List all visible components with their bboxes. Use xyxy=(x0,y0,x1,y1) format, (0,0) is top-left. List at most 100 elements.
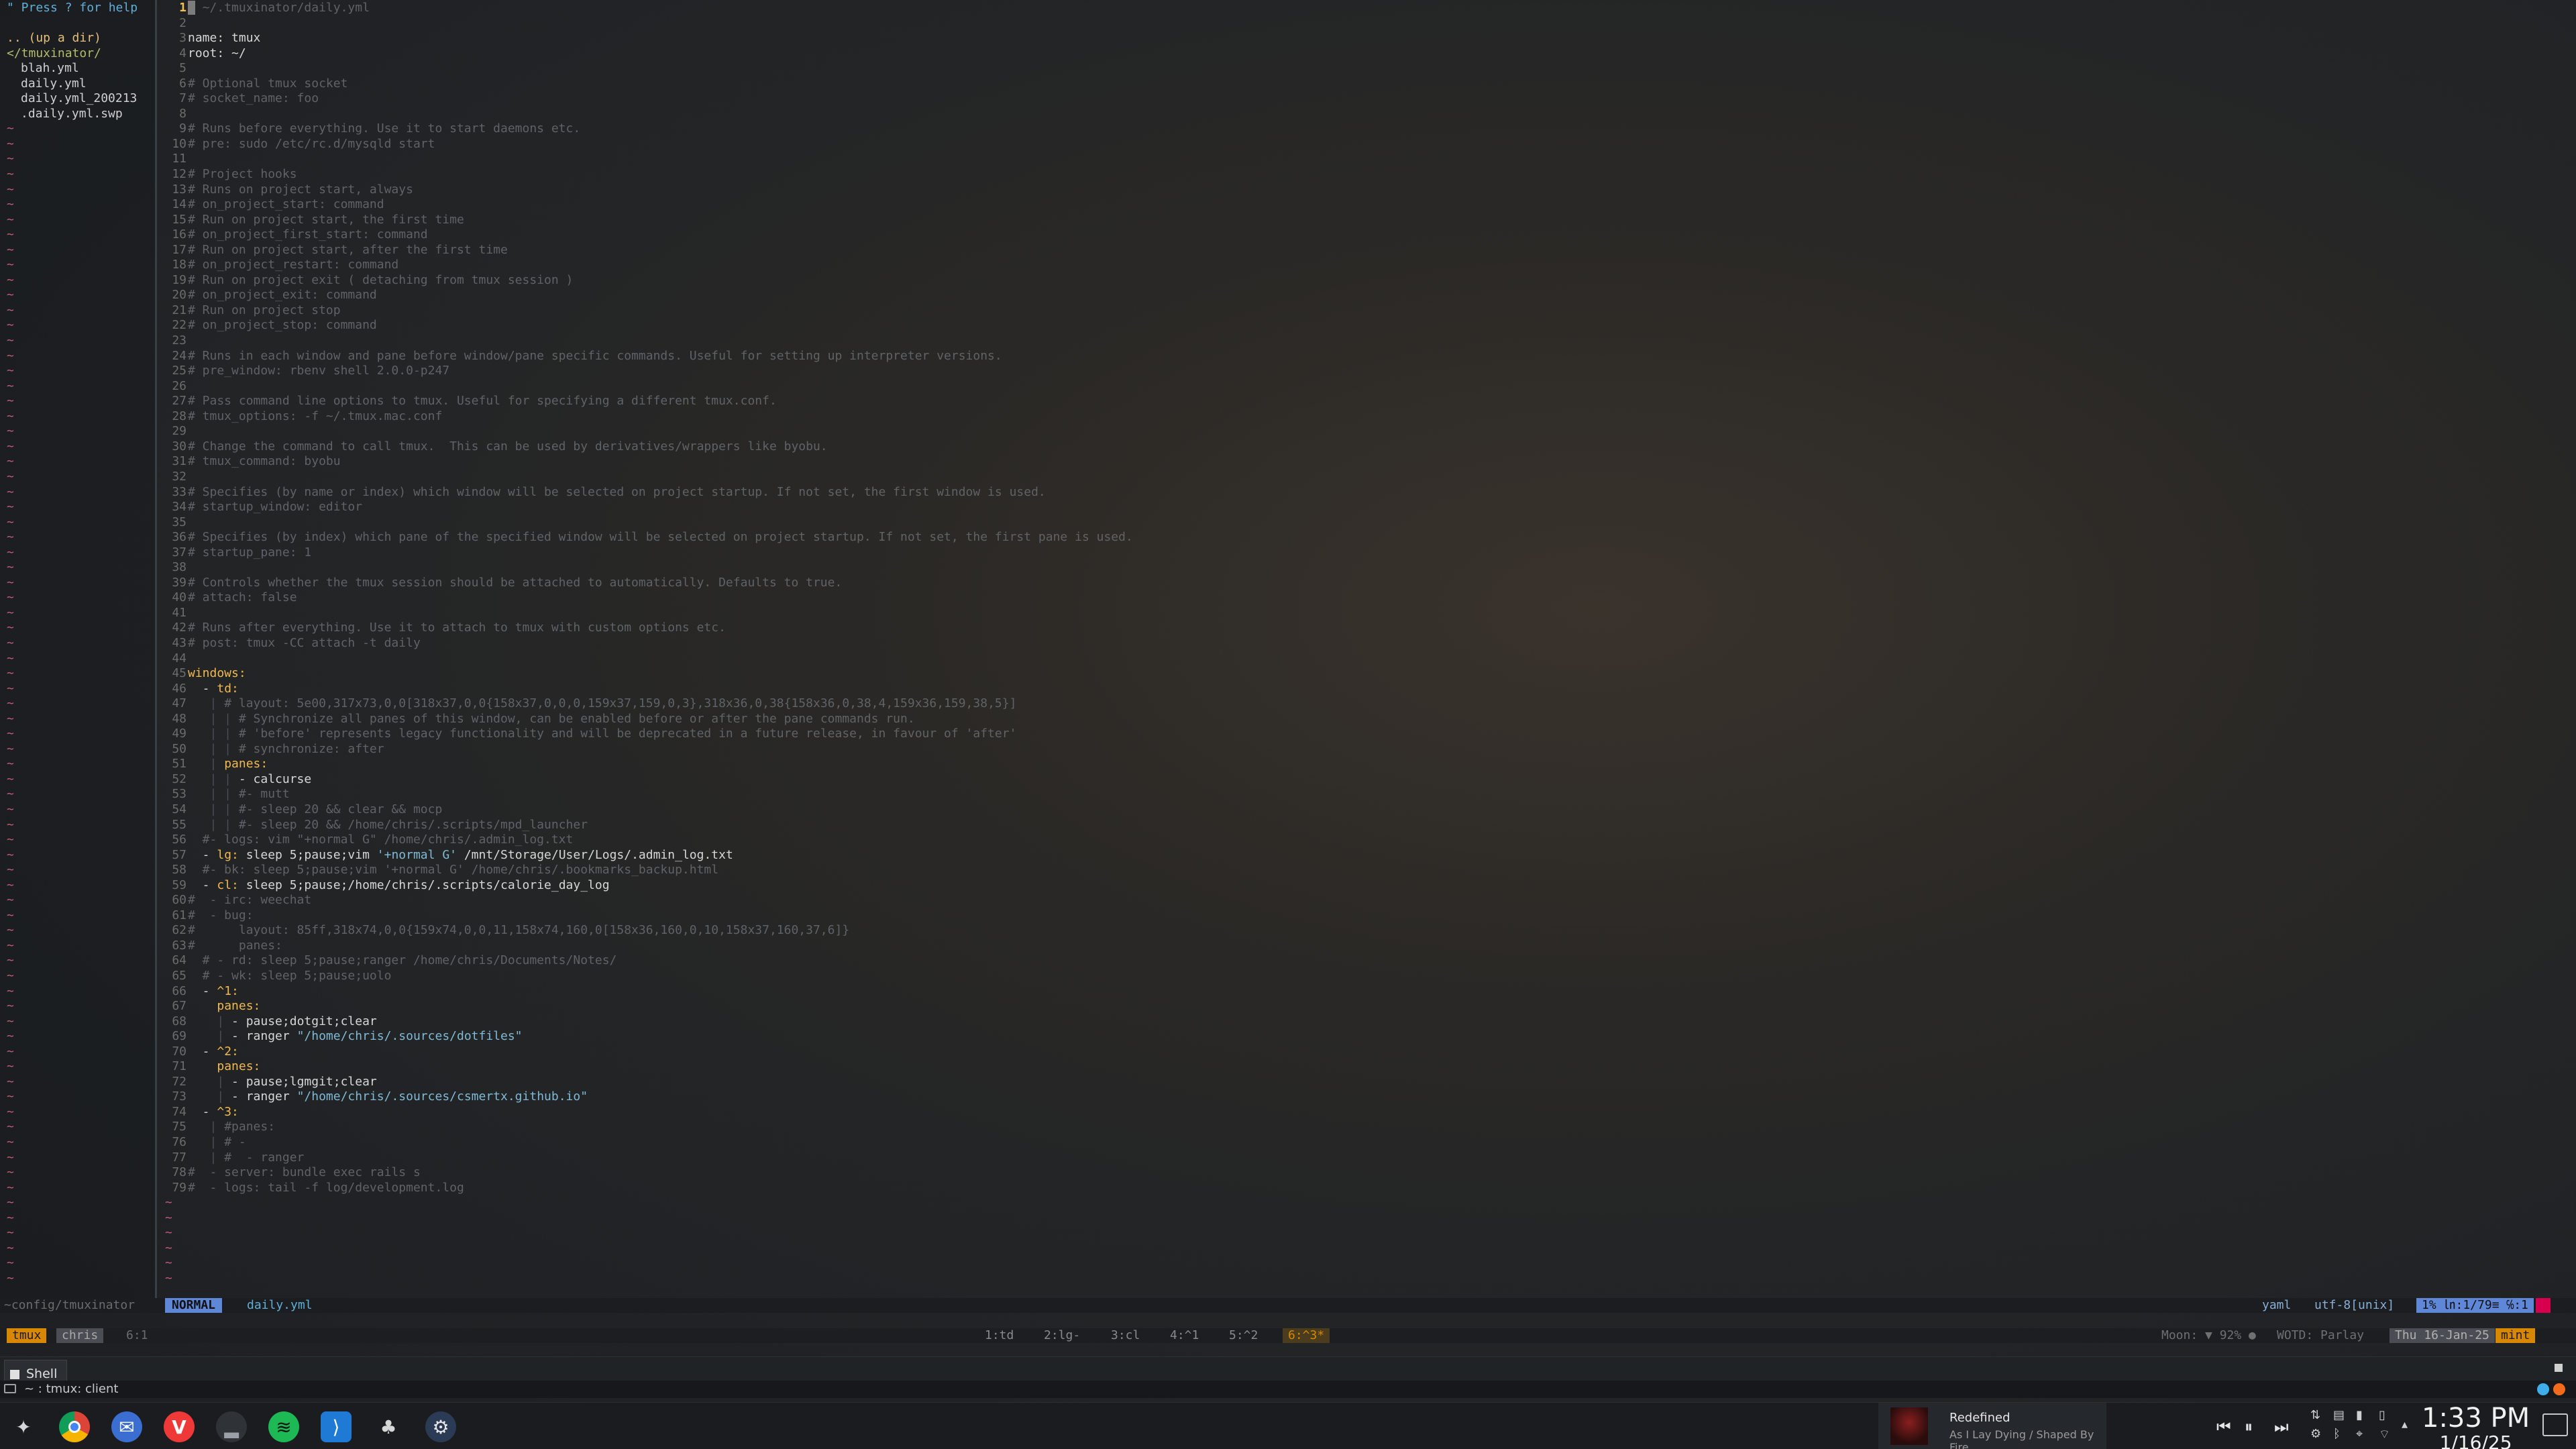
removable-tray-icon[interactable]: ▯ xyxy=(2379,1408,2385,1422)
line-number: 25 xyxy=(172,364,186,378)
tmux-window-tab[interactable]: 4:^1 xyxy=(1165,1328,1204,1343)
nerdtree-file[interactable]: daily.yml xyxy=(7,76,155,92)
nerdtree-file[interactable]: blah.yml xyxy=(7,61,155,76)
line-number: 65 xyxy=(172,969,186,983)
code-token: # post: tmux -CC attach -t daily xyxy=(188,635,421,650)
empty-line-marker: ~ xyxy=(7,272,14,287)
empty-line-marker: ~ xyxy=(7,333,14,348)
nerdtree-sidebar[interactable]: " Press ? for help .. (up a dir) </tmuxi… xyxy=(0,0,157,1298)
code-token: | xyxy=(188,1029,232,1044)
nerdtree-empty-rows: ~ ~ ~ ~ ~ ~ ~ ~ ~ ~ ~ ~ ~ ~ ~ ~ ~ ~ ~ ~ ~ ~ ~ ~ ~ ~ ~ ~ ~ ~ ~ ~ ~ ~ ~ ~ ~ ~ ~ ~… xyxy=(7,121,155,1286)
code-line: # Runs before everything. Use it to star… xyxy=(188,121,2563,137)
code-line: - td: xyxy=(188,682,2563,697)
code-token: # pre: sudo /etc/rc.d/mysqld start xyxy=(188,136,435,151)
previous-track-icon[interactable]: ⏮ xyxy=(2216,1417,2231,1436)
terminal-tab-icon xyxy=(10,1369,19,1379)
code-line: # Runs after everything. Use it to attac… xyxy=(188,621,2563,636)
chrome-icon[interactable] xyxy=(59,1411,90,1442)
tmux-window-tab[interactable]: 3:cl xyxy=(1106,1328,1145,1343)
nerdtree-file[interactable]: daily.yml_200213 xyxy=(7,91,155,107)
line-number: 40 xyxy=(172,590,186,605)
code-line: # - irc: weechat xyxy=(188,893,2563,908)
empty-line-marker: ~ xyxy=(7,802,14,816)
nerdtree-file[interactable]: .daily.yml.swp xyxy=(7,107,155,122)
close-tab-icon[interactable] xyxy=(2555,1364,2563,1372)
code-token: sleep 5;pause;vim xyxy=(238,847,377,862)
empty-line-marker: ~ xyxy=(7,953,14,968)
tmux-window-tab[interactable]: 5:^2 xyxy=(1224,1328,1263,1343)
emulator-icon[interactable]: ♣ xyxy=(373,1411,404,1442)
show-desktop-icon[interactable] xyxy=(2542,1413,2568,1436)
vim-editor[interactable]: " Press ? for help .. (up a dir) </tmuxi… xyxy=(0,0,2576,1313)
code-line: panes: xyxy=(188,1059,2563,1075)
bluetooth-tray-icon[interactable]: ᛒ xyxy=(2333,1427,2341,1441)
steam-icon[interactable]: ⚙ xyxy=(425,1411,456,1442)
code-line: windows: xyxy=(188,666,2563,682)
code-line: | - pause;lgmgit;clear xyxy=(188,1075,2563,1090)
empty-line-marker: ~ xyxy=(7,167,14,182)
empty-line-marker: ~ xyxy=(165,1256,172,1271)
code-line: # Specifies (by index) which pane of the… xyxy=(188,530,2563,545)
code-token: windows: xyxy=(188,666,246,681)
code-line: # - bug: xyxy=(188,908,2563,924)
code-buffer[interactable]: ~/.tmuxinator/daily.yml name: tmux root: … xyxy=(188,1,2563,1195)
expand-tray-icon[interactable]: ▴ xyxy=(2402,1417,2408,1432)
code-token: # panes: xyxy=(188,938,282,953)
line-number: 67 xyxy=(172,999,186,1014)
code-token: | | xyxy=(188,741,239,756)
code-token: # - wk: sleep 5;pause;uolo xyxy=(188,969,392,983)
empty-line-marker: ~ xyxy=(7,212,14,227)
empty-line-marker: ~ xyxy=(7,1059,14,1074)
tmux-window-tab[interactable]: 2:lg- xyxy=(1038,1328,1085,1343)
line-number: 43 xyxy=(172,635,186,650)
empty-line-marker: ~ xyxy=(7,318,14,333)
line-number: 1 xyxy=(179,1,186,15)
line-number: 59 xyxy=(172,877,186,892)
empty-line-marker: ~ xyxy=(7,1104,14,1119)
empty-line-marker: ~ xyxy=(165,1240,172,1255)
location-tray-icon[interactable]: ⌖ xyxy=(2356,1427,2363,1441)
code-token: # Specifies (by index) which pane of the… xyxy=(188,530,1133,545)
vivaldi-icon[interactable]: V xyxy=(164,1411,195,1442)
next-track-icon[interactable]: ⏭ xyxy=(2274,1417,2289,1436)
info-icon[interactable] xyxy=(2537,1383,2549,1395)
tmux-window-tab[interactable]: 1:td xyxy=(979,1328,1019,1343)
code-token: # - irc: weechat xyxy=(188,893,312,908)
clipboard-tray-icon[interactable]: ▤ xyxy=(2333,1408,2345,1422)
code-token: - ranger xyxy=(231,1029,297,1044)
line-number: 23 xyxy=(172,333,186,348)
line-number: 52 xyxy=(172,771,186,786)
code-token: #- logs: vim "+normal G" /home/chris/.ad… xyxy=(188,833,574,847)
line-number: 53 xyxy=(172,787,186,802)
line-number: 55 xyxy=(172,817,186,832)
line-number: 16 xyxy=(172,227,186,242)
notification-icon[interactable] xyxy=(2553,1383,2565,1395)
empty-line-marker: ~ xyxy=(7,651,14,665)
code-line: - lg: sleep 5;pause;vim '+normal G' /mnt… xyxy=(188,848,2563,863)
battery-tray-icon[interactable]: ▮ xyxy=(2356,1408,2363,1422)
spotify-icon[interactable]: ≋ xyxy=(268,1411,299,1442)
nerdtree-current-dir[interactable]: </tmuxinator/ xyxy=(7,46,155,62)
steam-tray-icon[interactable]: ⚙ xyxy=(2310,1427,2321,1441)
vscode-icon[interactable]: ⟩ xyxy=(321,1411,352,1442)
line-number: 7 xyxy=(179,91,186,106)
empty-line-marker: ~ xyxy=(7,560,14,575)
pause-icon[interactable]: ⏸ xyxy=(2245,1417,2253,1436)
terminal-app-icon[interactable]: ▂ xyxy=(216,1411,247,1442)
line-number: 17 xyxy=(172,242,186,257)
code-token: | | xyxy=(188,727,239,741)
code-line: # pre_window: rbenv shell 2.0.0-p247 xyxy=(188,364,2563,379)
nerdtree-help: " Press ? for help xyxy=(7,1,138,15)
network-tray-icon[interactable]: ⇅ xyxy=(2310,1408,2320,1422)
media-player-widget[interactable]: Redefined As I Lay Dying / Shaped By Fir… xyxy=(1878,1403,2106,1449)
code-line: | | #- sleep 20 && clear && mocp xyxy=(188,802,2563,818)
wifi-tray-icon[interactable]: ⌔ xyxy=(2379,1427,2390,1442)
app-menu-icon[interactable]: ✦ xyxy=(8,1411,39,1442)
thunderbird-icon[interactable]: ✉ xyxy=(111,1411,142,1442)
tmux-window-tab-active[interactable]: 6:^3* xyxy=(1283,1328,1330,1343)
nerdtree-updir[interactable]: .. (up a dir) xyxy=(7,31,155,46)
clock[interactable]: 1:33 PM 1/16/25 xyxy=(2422,1403,2530,1449)
empty-line-marker: ~ xyxy=(7,182,14,197)
